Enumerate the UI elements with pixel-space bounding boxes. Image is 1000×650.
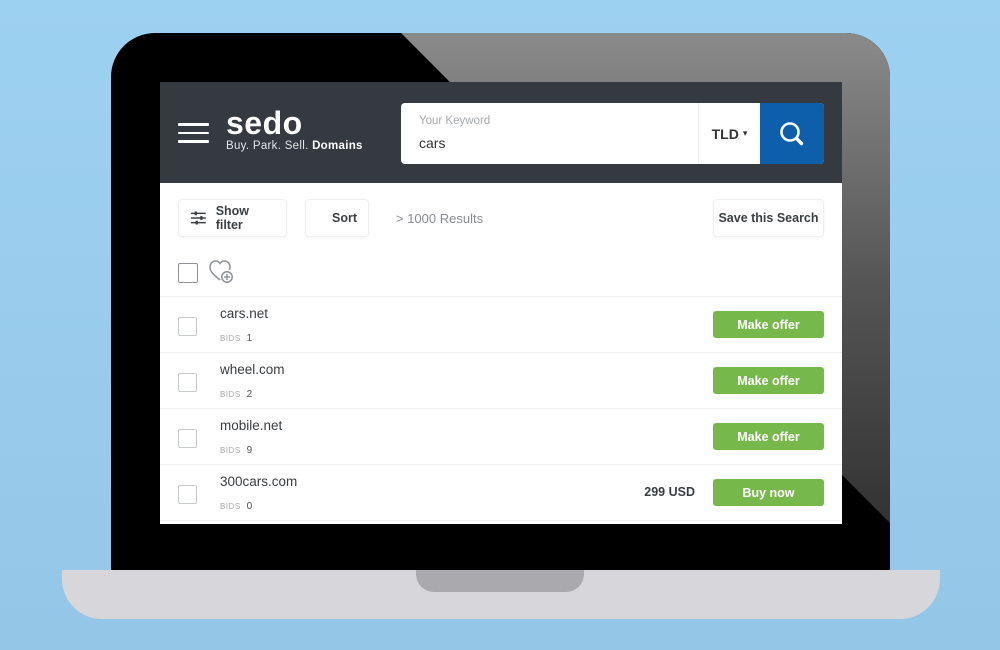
keyword-field[interactable]: Your Keyword — [401, 103, 698, 164]
bids-count: 0 — [246, 501, 253, 512]
hamburger-icon[interactable] — [178, 123, 209, 143]
keyword-input[interactable] — [419, 135, 680, 151]
domain-row: wheel.com BIDS 2 Make offer — [160, 353, 842, 409]
tagline-bold: Domains — [312, 140, 363, 152]
bids-info: BIDS 1 — [220, 333, 252, 344]
search-button[interactable] — [760, 103, 824, 164]
domain-row: mobile.net BIDS 9 Make offer — [160, 409, 842, 465]
make-offer-button[interactable]: Make offer — [713, 423, 824, 450]
row-checkbox[interactable] — [178, 317, 197, 336]
sort-label: Sort — [332, 211, 357, 225]
sort-button[interactable]: Sort — [305, 199, 369, 237]
search-icon — [780, 121, 804, 145]
sliders-icon — [190, 211, 206, 225]
bids-count: 9 — [246, 445, 253, 456]
logo-tagline: Buy. Park. Sell. Domains — [226, 140, 363, 152]
show-filter-label: Show filter — [215, 204, 250, 232]
show-filter-button[interactable]: Show filter — [178, 199, 287, 237]
select-all-checkbox[interactable] — [178, 263, 198, 283]
keyword-label: Your Keyword — [419, 115, 491, 127]
tld-label: TLD — [711, 125, 739, 142]
bids-count: 2 — [246, 389, 253, 400]
bids-info: BIDS 0 — [220, 501, 252, 512]
bids-info: BIDS 9 — [220, 445, 252, 456]
row-checkbox[interactable] — [178, 485, 197, 504]
tagline-prefix: Buy. Park. Sell. — [226, 140, 309, 152]
price: 299 USD — [644, 485, 695, 499]
laptop-notch — [416, 570, 584, 592]
save-search-button[interactable]: Save this Search — [713, 199, 824, 237]
browser-screen: sedo Buy. Park. Sell. Domains Your Keywo… — [160, 82, 842, 524]
search-box: Your Keyword TLD ▾ — [401, 103, 824, 164]
bids-label: BIDS — [220, 390, 241, 399]
domain-name[interactable]: wheel.com — [220, 362, 285, 377]
caret-down-icon: ▾ — [742, 128, 748, 138]
add-to-favorites-icon[interactable] — [209, 260, 235, 284]
row-checkbox[interactable] — [178, 429, 197, 448]
logo[interactable]: sedo Buy. Park. Sell. Domains — [226, 106, 363, 152]
bulk-actions-row — [160, 249, 842, 297]
results-toolbar: Show filter Sort > 1000 Results Save thi… — [160, 183, 842, 249]
domain-name[interactable]: cars.net — [220, 306, 268, 321]
domain-name[interactable]: mobile.net — [220, 418, 282, 433]
logo-name: sedo — [226, 105, 303, 141]
make-offer-button[interactable]: Make offer — [713, 311, 824, 338]
buy-now-button[interactable]: Buy now — [713, 479, 824, 506]
bids-label: BIDS — [220, 446, 241, 455]
bids-label: BIDS — [220, 334, 241, 343]
domain-row: 300cars.com BIDS 0 299 USD Buy now — [160, 465, 842, 521]
make-offer-button[interactable]: Make offer — [713, 367, 824, 394]
site-header: sedo Buy. Park. Sell. Domains Your Keywo… — [160, 82, 842, 183]
tld-dropdown[interactable]: TLD ▾ — [698, 103, 760, 164]
domain-name[interactable]: 300cars.com — [220, 474, 297, 489]
bids-label: BIDS — [220, 502, 241, 511]
results-count: > 1000 Results — [396, 211, 484, 226]
bids-info: BIDS 2 — [220, 389, 252, 400]
domain-row: cars.net BIDS 1 Make offer — [160, 297, 842, 353]
bids-count: 1 — [246, 333, 253, 344]
row-checkbox[interactable] — [178, 373, 197, 392]
save-search-label: Save this Search — [718, 211, 819, 225]
